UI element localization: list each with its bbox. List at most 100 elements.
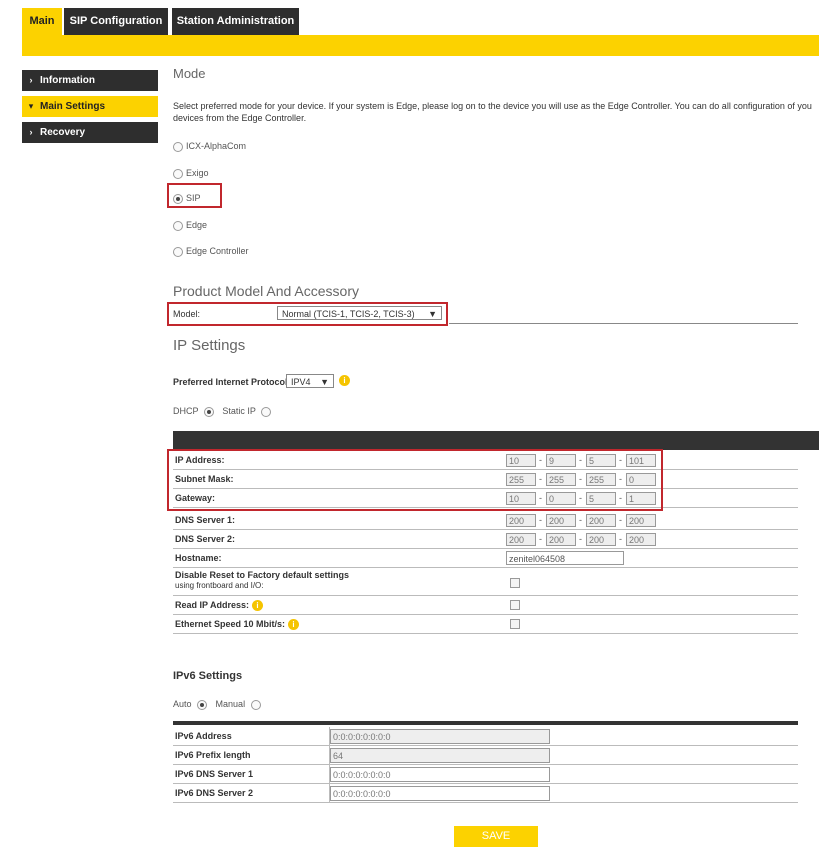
- protocol-label: Preferred Internet Protocol: [173, 377, 288, 387]
- mode-title: Mode: [173, 66, 206, 81]
- dash: -: [539, 515, 542, 525]
- radio-selected-icon[interactable]: [203, 406, 214, 417]
- mode-option-edge-controller[interactable]: Edge Controller: [173, 244, 249, 258]
- chevron-right-icon: ›: [29, 127, 33, 137]
- table-row: Disable Reset to Factory default setting…: [173, 568, 798, 596]
- ipv6-dns2-field[interactable]: 0:0:0:0:0:0:0:0: [330, 786, 550, 801]
- sidebar-item-main-settings[interactable]: ▾ Main Settings: [22, 96, 158, 117]
- auto-manual-radio-group: Auto Manual: [173, 697, 264, 711]
- mode-option-edge[interactable]: Edge: [173, 218, 207, 232]
- mode-option-exigo[interactable]: Exigo: [173, 166, 209, 180]
- chevron-down-icon: ▾: [28, 101, 34, 111]
- radio-icon[interactable]: [173, 246, 183, 257]
- octet-input[interactable]: 200: [506, 533, 536, 546]
- ipv6-table-header: [173, 721, 798, 725]
- radio-label: Edge Controller: [186, 246, 249, 256]
- table-row: DNS Server 2: 200 - 200 - 200 - 200: [173, 530, 798, 549]
- mode-description: Select preferred mode for your device. I…: [173, 101, 812, 123]
- radio-icon[interactable]: [173, 168, 183, 179]
- protocol-select-value: IPV4: [291, 377, 311, 387]
- row-label: Hostname:: [175, 553, 222, 563]
- read-ip-checkbox[interactable]: [510, 600, 520, 610]
- ipv6-settings-title: IPv6 Settings: [173, 670, 243, 682]
- info-icon[interactable]: i: [252, 600, 264, 612]
- tab-main[interactable]: Main: [22, 8, 62, 35]
- sidebar-item-label: Information: [40, 75, 95, 86]
- row-label-line-2: using frontboard and I/O:: [175, 581, 264, 590]
- manual-label: Manual: [215, 699, 246, 709]
- sidebar-item-label: Recovery: [40, 127, 86, 138]
- octet-input[interactable]: 200: [626, 514, 656, 527]
- octet-input[interactable]: 200: [546, 514, 576, 527]
- table-row: Ethernet Speed 10 Mbit/s: i: [173, 615, 798, 634]
- radio-icon[interactable]: [250, 699, 261, 710]
- radio-icon[interactable]: [173, 220, 183, 231]
- dash: -: [579, 515, 582, 525]
- ip-table-header: [173, 431, 819, 450]
- ipv6-prefix-field[interactable]: 64: [330, 748, 550, 763]
- top-yellow-bar: [22, 35, 819, 56]
- radio-icon[interactable]: [173, 141, 183, 152]
- row-label: IPv6 DNS Server 1: [175, 769, 254, 779]
- sidebar-item-recovery[interactable]: › Recovery: [22, 122, 158, 143]
- table-row: IPv6 Prefix length 64: [173, 746, 798, 765]
- ethernet-speed-label: Ethernet Speed 10 Mbit/s:: [175, 619, 286, 629]
- mode-option-icx-alphacom[interactable]: ICX-AlphaCom: [173, 139, 246, 153]
- radio-label: ICX-AlphaCom: [186, 141, 247, 151]
- table-row: IPv6 DNS Server 1 0:0:0:0:0:0:0:0: [173, 765, 798, 784]
- info-icon[interactable]: i: [339, 375, 350, 386]
- table-row: IPv6 Address 0:0:0:0:0:0:0:0: [173, 727, 798, 746]
- ipv6-address-field[interactable]: 0:0:0:0:0:0:0:0: [330, 729, 550, 744]
- hostname-input[interactable]: zenitel064508: [506, 551, 624, 565]
- dhcp-static-radio-group: DHCP Static IP: [173, 404, 274, 418]
- auto-label: Auto: [173, 699, 192, 709]
- ipv6-dns1-field[interactable]: 0:0:0:0:0:0:0:0: [330, 767, 550, 782]
- product-title: Product Model And Accessory: [173, 283, 359, 299]
- ethernet-speed-checkbox[interactable]: [510, 619, 520, 629]
- highlight-box-ip: [167, 449, 663, 511]
- disable-reset-checkbox[interactable]: [510, 578, 520, 588]
- octet-input[interactable]: 200: [546, 533, 576, 546]
- octet-input[interactable]: 200: [506, 514, 536, 527]
- read-ip-label: Read IP Address:: [175, 600, 250, 610]
- row-label: Ethernet Speed 10 Mbit/s: i: [175, 615, 300, 634]
- dhcp-label: DHCP: [173, 406, 199, 416]
- ip-settings-title: IP Settings: [173, 337, 246, 354]
- tab-station-administration[interactable]: Station Administration: [172, 8, 299, 35]
- radio-selected-icon[interactable]: [197, 699, 208, 710]
- row-label: IPv6 DNS Server 2: [175, 788, 254, 798]
- row-label: DNS Server 1:: [175, 515, 236, 525]
- radio-icon[interactable]: [261, 406, 272, 417]
- static-ip-label: Static IP: [222, 406, 256, 416]
- protocol-select[interactable]: IPV4 ▼: [286, 374, 334, 388]
- info-icon[interactable]: i: [288, 619, 300, 631]
- dash: -: [619, 534, 622, 544]
- row-label: Disable Reset to Factory default setting…: [175, 570, 349, 591]
- save-button[interactable]: SAVE: [454, 826, 538, 847]
- row-label: DNS Server 2:: [175, 534, 236, 544]
- table-row: Hostname: zenitel064508: [173, 549, 798, 568]
- highlight-box-sip: [167, 183, 222, 208]
- radio-label: Edge: [186, 220, 208, 230]
- dash: -: [619, 515, 622, 525]
- table-row: DNS Server 1: 200 - 200 - 200 - 200: [173, 511, 798, 530]
- octet-input[interactable]: 200: [586, 533, 616, 546]
- sidebar-item-information[interactable]: › Information: [22, 70, 158, 91]
- row-label: IPv6 Prefix length: [175, 750, 251, 760]
- octet-input[interactable]: 200: [626, 533, 656, 546]
- chevron-right-icon: ›: [29, 75, 33, 85]
- dash: -: [539, 534, 542, 544]
- row-label-line-1: Disable Reset to Factory default setting…: [175, 570, 350, 580]
- sidebar-item-label: Main Settings: [40, 101, 106, 112]
- dropdown-arrow-icon: ▼: [320, 377, 329, 387]
- tab-sip-configuration[interactable]: SIP Configuration: [64, 8, 168, 35]
- dash: -: [579, 534, 582, 544]
- radio-label: Exigo: [186, 168, 209, 178]
- highlight-box-model: [167, 302, 448, 326]
- row-label: IPv6 Address: [175, 731, 232, 741]
- octet-input[interactable]: 200: [586, 514, 616, 527]
- table-row: Read IP Address: i: [173, 596, 798, 615]
- divider: [449, 323, 798, 324]
- row-label: Read IP Address: i: [175, 596, 264, 615]
- table-row: IPv6 DNS Server 2 0:0:0:0:0:0:0:0: [173, 784, 798, 803]
